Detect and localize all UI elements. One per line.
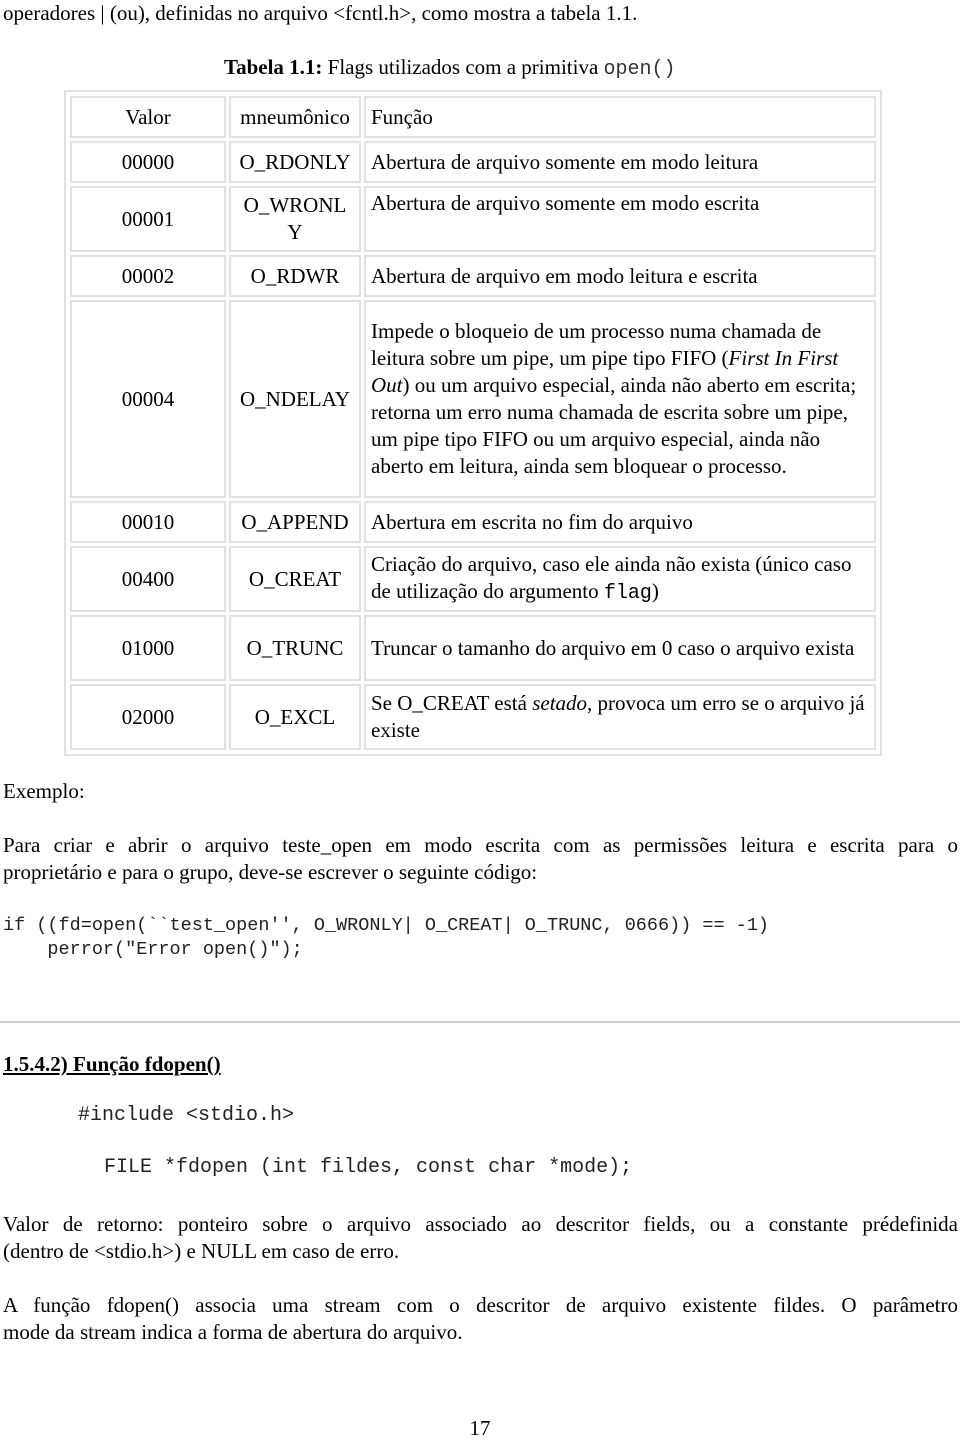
paragraph-line: A função fdopen() associa uma stream com… — [3, 1293, 958, 1317]
cell-funcao: Abertura de arquivo somente em modo leit… — [364, 141, 876, 183]
cell-valor: 02000 — [70, 684, 226, 750]
funcao-code: flag — [603, 582, 652, 605]
cell-funcao: Abertura de arquivo somente em modo escr… — [364, 186, 876, 252]
paragraph-line: mode da stream indica a forma de abertur… — [3, 1320, 463, 1344]
table-row: 00000 O_RDONLY Abertura de arquivo somen… — [70, 141, 876, 183]
table-row: 00010 O_APPEND Abertura em escrita no fi… — [70, 501, 876, 543]
funcao-italic: setado — [532, 691, 588, 715]
caption-text: Flags utilizados com a primitiva — [322, 55, 604, 79]
cell-funcao: Se O_CREAT está setado, provoca um erro … — [364, 684, 876, 750]
cell-valor: 00000 — [70, 141, 226, 183]
cell-mnemonic: O_APPEND — [229, 501, 361, 543]
code-line: if ((fd=open(``test_open'', O_WRONLY| O_… — [3, 915, 770, 936]
code-line: perror("Error open()"); — [3, 939, 303, 960]
mnemonic-line2: Y — [287, 220, 303, 244]
cell-funcao: Criação do arquivo, caso ele ainda não e… — [364, 546, 876, 612]
table-row: 01000 O_TRUNC Truncar o tamanho do arqui… — [70, 615, 876, 681]
cell-funcao: Abertura em escrita no fim do arquivo — [364, 501, 876, 543]
table-row: 00002 O_RDWR Abertura de arquivo em modo… — [70, 255, 876, 297]
paragraph-line: Para criar e abrir o arquivo teste_open … — [3, 833, 958, 857]
table-header-row: Valor mneumônico Função — [70, 96, 876, 138]
cell-valor: 00010 — [70, 501, 226, 543]
cell-valor: 00004 — [70, 300, 226, 498]
header-mnemonic: mneumônico — [229, 96, 361, 138]
example-paragraph: Para criar e abrir o arquivo teste_open … — [3, 832, 958, 886]
cell-mnemonic: O_WRONL Y — [229, 186, 361, 252]
table-row: 00001 O_WRONL Y Abertura de arquivo somen… — [70, 186, 876, 252]
horizontal-rule — [0, 1021, 960, 1023]
cell-mnemonic: O_NDELAY — [229, 300, 361, 498]
funcao-text: Se O_CREAT está — [371, 691, 533, 715]
funcao-text: ) — [651, 579, 659, 603]
cell-mnemonic: O_RDWR — [229, 255, 361, 297]
flags-table: Valor mneumônico Função 00000 O_RDONLY A… — [64, 90, 882, 756]
table-row: 00004 O_NDELAY Impede o bloqueio de um p… — [70, 300, 876, 498]
paragraph-line: (dentro de <stdio.h>) e NULL em caso de … — [3, 1239, 400, 1263]
cell-valor: 00400 — [70, 546, 226, 612]
cell-mnemonic: O_CREAT — [229, 546, 361, 612]
caption-label: Tabela 1.1: — [224, 55, 323, 79]
cell-funcao: Truncar o tamanho do arquivo em 0 caso o… — [364, 615, 876, 681]
function-signature: FILE *fdopen (int fildes, const char *mo… — [104, 1156, 633, 1179]
table-caption: Tabela 1.1: Flags utilizados com a primi… — [224, 54, 676, 83]
example-label: Exemplo: — [3, 779, 85, 803]
caption-code: open() — [603, 58, 676, 81]
cell-funcao: Abertura de arquivo em modo leitura e es… — [364, 255, 876, 297]
paragraph-line: proprietário e para o grupo, deve-se esc… — [3, 860, 538, 884]
description-paragraph: A função fdopen() associa uma stream com… — [3, 1292, 958, 1346]
cell-mnemonic: O_RDONLY — [229, 141, 361, 183]
funcao-text: ) ou um arquivo especial, ainda não aber… — [371, 373, 857, 478]
section-heading: 1.5.4.2) Função fdopen() — [3, 1052, 221, 1076]
paragraph-line: Valor de retorno: ponteiro sobre o arqui… — [3, 1212, 958, 1236]
cell-valor: 00002 — [70, 255, 226, 297]
page-number: 17 — [469, 1416, 491, 1440]
return-value-paragraph: Valor de retorno: ponteiro sobre o arqui… — [3, 1211, 958, 1265]
table-row: 02000 O_EXCL Se O_CREAT está setado, pro… — [70, 684, 876, 750]
code-example: if ((fd=open(``test_open'', O_WRONLY| O_… — [3, 914, 769, 962]
cell-mnemonic: O_TRUNC — [229, 615, 361, 681]
include-line: #include <stdio.h> — [78, 1104, 295, 1127]
mnemonic-line1: O_WRONL — [243, 193, 347, 217]
header-funcao: Função — [364, 96, 876, 138]
intro-text: operadores | (ou), definidas no arquivo … — [3, 1, 638, 25]
cell-mnemonic: O_EXCL — [229, 684, 361, 750]
cell-funcao: Impede o bloqueio de um processo numa ch… — [364, 300, 876, 498]
cell-valor: 00001 — [70, 186, 226, 252]
table-row: 00400 O_CREAT Criação do arquivo, caso e… — [70, 546, 876, 612]
cell-valor: 01000 — [70, 615, 226, 681]
header-valor: Valor — [70, 96, 226, 138]
